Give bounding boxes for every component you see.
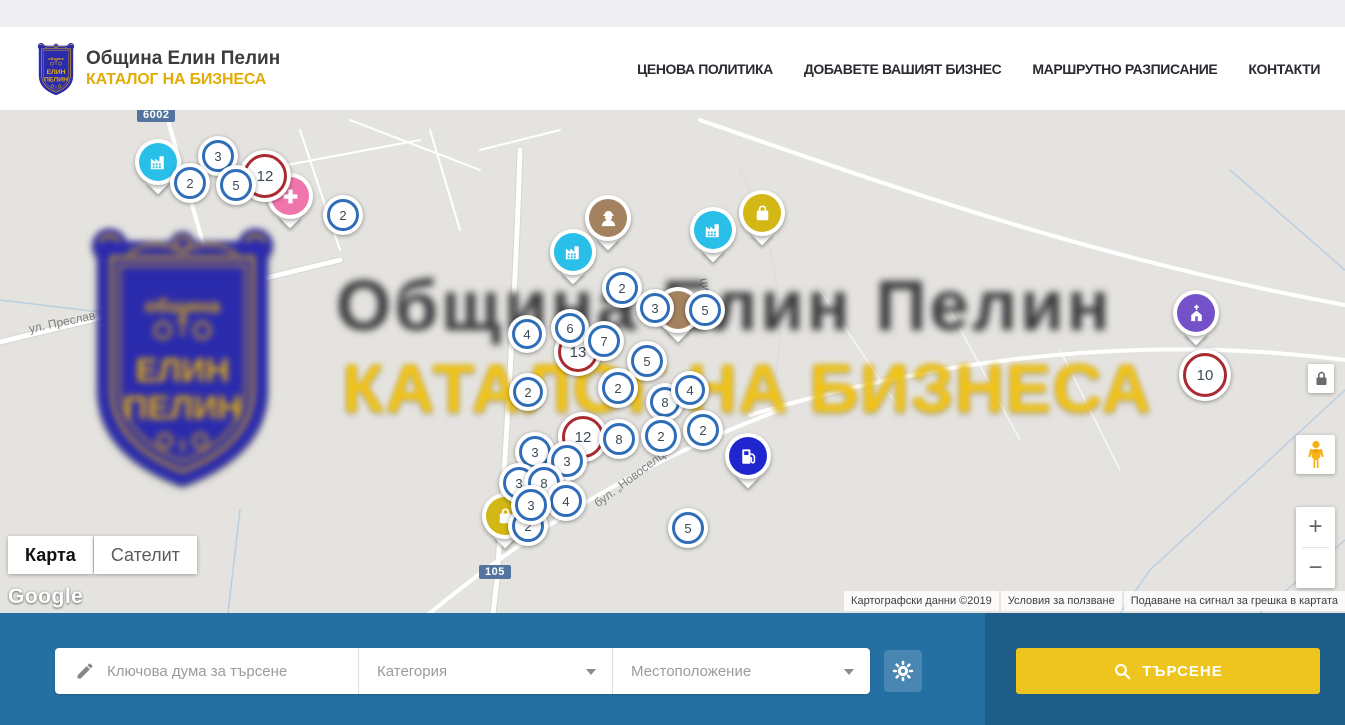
map-type-control: Карта Сателит [8, 536, 197, 574]
map-canvas[interactable]: ул. Преславбул. „Новоселциции6002105 231… [0, 110, 1345, 613]
search-bar: Категория Местоположение [0, 613, 1345, 725]
map-pin-factory[interactable] [550, 229, 596, 275]
map-cluster-marker[interactable]: 4 [508, 315, 546, 353]
location-select-value: Местоположение [631, 663, 751, 680]
zoom-control: + − [1296, 507, 1335, 588]
map-cluster-marker[interactable]: 4 [671, 371, 709, 409]
street-view-pegman-button[interactable] [1296, 435, 1335, 474]
location-select[interactable]: Местоположение [612, 648, 870, 694]
map-cluster-marker[interactable]: 4 [546, 481, 586, 521]
site-title: Община Елин Пелин [86, 48, 280, 70]
search-button[interactable]: ТЪРСЕНЕ [1016, 648, 1320, 694]
road-number-badge: 6002 [137, 110, 175, 122]
map-cluster-marker[interactable]: 2 [323, 195, 363, 235]
search-fields-group: Категория Местоположение [55, 648, 870, 694]
nav-route-schedule[interactable]: МАРШРУТНО РАЗПИСАНИЕ [1032, 61, 1217, 77]
svg-text:община: община [48, 56, 64, 61]
pencil-icon [75, 661, 95, 681]
search-button-label: ТЪРСЕНЕ [1142, 663, 1223, 680]
map-cluster-marker[interactable]: 7 [584, 321, 624, 361]
attribution-copyright: Картографски данни ©2019 [844, 591, 999, 611]
map-pin-shopping-bag[interactable] [739, 190, 785, 236]
map-cluster-marker[interactable]: 3 [636, 289, 674, 327]
map-cluster-marker[interactable]: 5 [668, 508, 708, 548]
map-cluster-marker[interactable]: 2 [598, 368, 638, 408]
map-cluster-marker[interactable]: 2 [683, 410, 723, 450]
fullscreen-lock-button[interactable] [1308, 364, 1334, 393]
zoom-in-button[interactable]: + [1296, 507, 1335, 547]
header: община ЕЛИН ПЕЛИН Община Елин Пелин КАТА… [0, 27, 1345, 110]
municipality-crest-icon: община ЕЛИН ПЕЛИН [36, 40, 76, 98]
map-cluster-marker[interactable]: 5 [685, 290, 725, 330]
map-cluster-marker[interactable]: 8 [599, 419, 639, 459]
top-strip [0, 0, 1345, 27]
keyword-search-input[interactable] [107, 663, 337, 680]
main-nav: ЦЕНОВА ПОЛИТИКА ДОБАВЕТЕ ВАШИЯТ БИЗНЕС М… [637, 27, 1320, 110]
site-logo[interactable]: община ЕЛИН ПЕЛИН Община Елин Пелин КАТА… [36, 40, 280, 98]
road-number-badge: 105 [479, 565, 511, 579]
svg-text:ПЕЛИН: ПЕЛИН [44, 76, 68, 83]
search-icon [1113, 662, 1132, 681]
map-pin-church[interactable] [1173, 290, 1219, 336]
map-type-map-button[interactable]: Карта [8, 536, 93, 574]
report-map-error-link[interactable]: Подаване на сигнал за грешка в картата [1124, 591, 1345, 611]
advanced-settings-button[interactable] [884, 650, 922, 692]
zoom-out-button[interactable]: − [1296, 548, 1335, 588]
lock-icon [1315, 371, 1328, 386]
chevron-down-icon [586, 669, 596, 675]
google-logo[interactable]: Google [8, 585, 83, 609]
nav-add-your-business[interactable]: ДОБАВЕТЕ ВАШИЯТ БИЗНЕС [804, 61, 1002, 77]
map-cluster-marker[interactable]: 3 [511, 485, 551, 525]
map-cluster-marker[interactable]: 2 [641, 416, 681, 456]
category-select[interactable]: Категория [358, 648, 612, 694]
map-type-satellite-button[interactable]: Сателит [94, 536, 197, 574]
category-select-value: Категория [377, 663, 447, 680]
svg-text:ЕЛИН: ЕЛИН [46, 69, 65, 76]
pegman-icon [1307, 440, 1325, 470]
nav-contacts[interactable]: КОНТАКТИ [1248, 61, 1320, 77]
map-cluster-marker[interactable]: 2 [170, 163, 210, 203]
keyword-field [55, 648, 358, 694]
site-subtitle: КАТАЛОГ НА БИЗНЕСА [86, 71, 280, 89]
terms-of-use-link[interactable]: Условия за ползване [1001, 591, 1122, 611]
chevron-down-icon [844, 669, 854, 675]
gear-icon [891, 659, 915, 683]
map-pin-fuel[interactable] [725, 433, 771, 479]
map-cluster-marker[interactable]: 10 [1179, 349, 1231, 401]
map-cluster-marker[interactable]: 5 [216, 165, 256, 205]
nav-pricing-policy[interactable]: ЦЕНОВА ПОЛИТИКА [637, 61, 773, 77]
map-pin-factory[interactable] [690, 207, 736, 253]
map-attribution: Картографски данни ©2019 Условия за полз… [842, 591, 1345, 611]
map-cluster-marker[interactable]: 2 [509, 373, 547, 411]
page: община ЕЛИН ПЕЛИН Община Елин Пелин КАТА… [0, 0, 1345, 725]
